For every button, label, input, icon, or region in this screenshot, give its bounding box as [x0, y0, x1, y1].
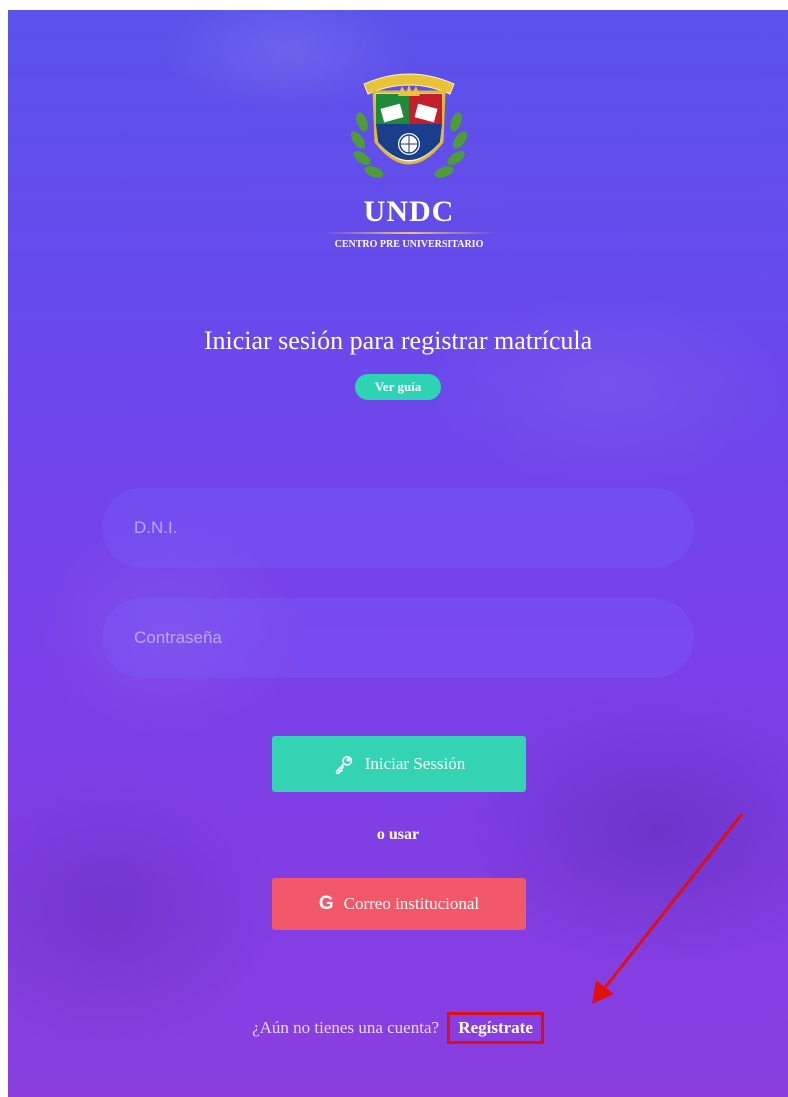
- logo-subtitle: CENTRO PRE UNIVERSITARIO: [334, 239, 484, 250]
- page-title: Iniciar sesión para registrar matrícula: [203, 326, 593, 355]
- google-login-button[interactable]: G Correo institucional: [272, 878, 526, 930]
- login-button-label: Iniciar Sessión: [364, 754, 466, 773]
- guide-button[interactable]: Ver guía: [355, 374, 441, 400]
- login-button[interactable]: Iniciar Sessión: [272, 736, 526, 792]
- signup-question: ¿Aún no tienes una cuenta?: [252, 1018, 440, 1037]
- undc-logo: UNDC CENTRO PRE UNIVERSITARIO: [298, 62, 520, 272]
- google-icon: G: [318, 893, 334, 914]
- password-input[interactable]: [132, 627, 676, 649]
- login-page: UNDC CENTRO PRE UNIVERSITARIO Iniciar se…: [8, 10, 788, 1097]
- logo-divider: [322, 232, 496, 234]
- key-icon: [335, 755, 352, 774]
- logo-title: UNDC: [363, 195, 455, 228]
- annotation-arrow-icon: [592, 813, 744, 1004]
- dni-field[interactable]: [102, 488, 694, 568]
- signup-prompt: ¿Aún no tienes una cuenta? Regístrate: [8, 1012, 788, 1044]
- register-link[interactable]: Regístrate: [447, 1012, 544, 1044]
- password-field[interactable]: [102, 598, 694, 678]
- crest-emblem-icon: [350, 73, 468, 178]
- google-button-label: Correo institucional: [343, 894, 480, 913]
- dni-input[interactable]: [132, 517, 676, 539]
